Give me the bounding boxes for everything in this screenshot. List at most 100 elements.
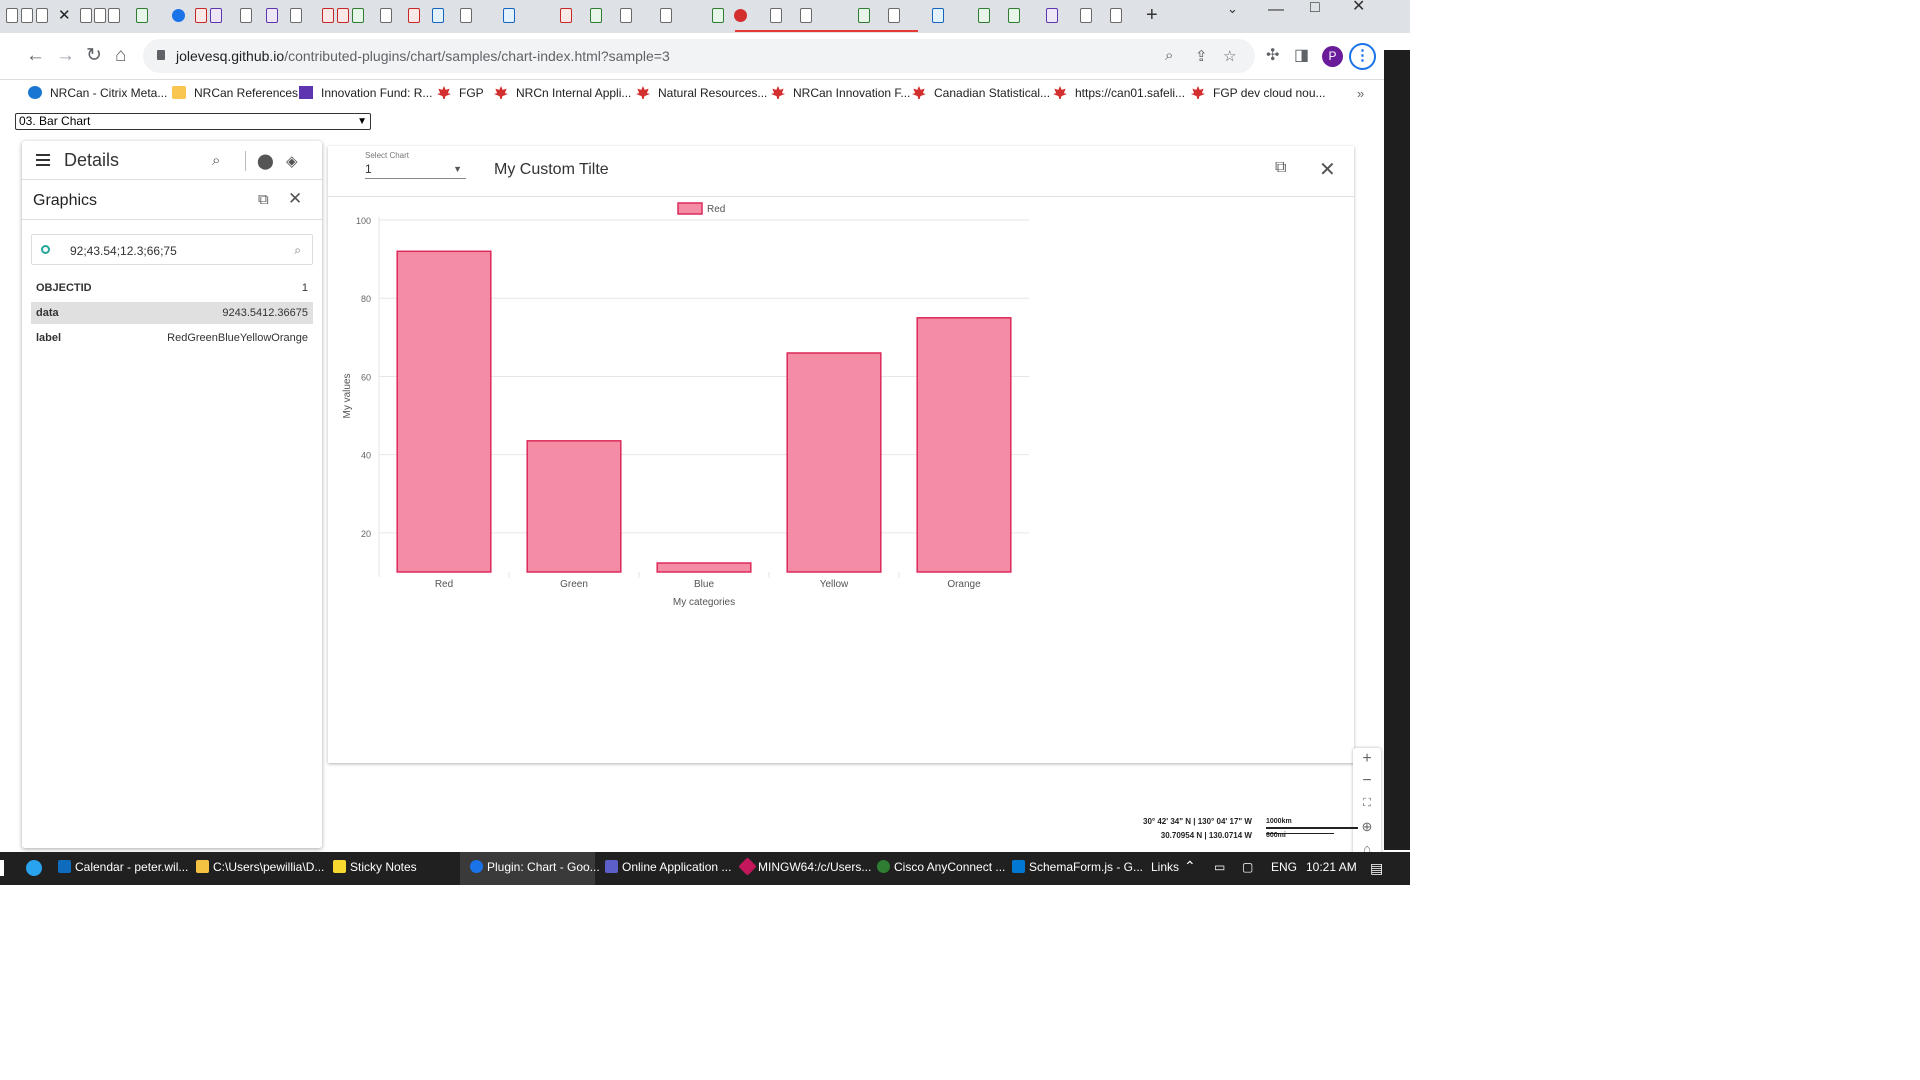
bookmark-item[interactable]: NRCn Internal Appli... xyxy=(494,86,631,100)
profile-avatar[interactable]: P xyxy=(1322,46,1343,67)
browser-menu-icon[interactable]: ⋮ xyxy=(1349,43,1376,70)
extensions-icon[interactable]: ✣ xyxy=(1266,45,1279,67)
zoom-to-feature-icon[interactable]: ⌕ xyxy=(294,243,301,258)
close-icon[interactable]: ✕ xyxy=(1319,157,1336,182)
tab-favicon[interactable] xyxy=(932,8,944,23)
battery-icon[interactable]: ▭ xyxy=(1214,860,1225,874)
tab-favicon[interactable] xyxy=(503,8,515,23)
tab-search-icon[interactable]: ⌄ xyxy=(1227,2,1238,16)
taskbar-item[interactable]: Cisco AnyConnect ... xyxy=(877,860,1005,874)
tab-favicon[interactable] xyxy=(1008,8,1020,23)
tab-favicon[interactable] xyxy=(337,8,349,23)
zoom-out-icon[interactable]: − xyxy=(1353,772,1381,790)
back-icon[interactable]: ← xyxy=(26,45,45,67)
taskbar-item[interactable]: Plugin: Chart - Goo... xyxy=(470,860,600,874)
tab-favicon[interactable] xyxy=(1046,8,1058,23)
tab-favicon[interactable] xyxy=(108,8,120,23)
taskbar-item[interactable]: C:\Users\pewillia\D... xyxy=(196,860,324,874)
reload-icon[interactable]: ↻ xyxy=(86,45,102,67)
tab-favicon[interactable] xyxy=(322,8,334,23)
bookmark-item[interactable]: NRCan - Citrix Meta... xyxy=(28,86,167,100)
network-icon[interactable]: ▢ xyxy=(1242,860,1253,874)
tab-favicon[interactable] xyxy=(712,8,724,23)
home-icon[interactable]: ⌂ xyxy=(115,45,126,67)
tab-close-icon[interactable]: ✕ xyxy=(58,6,71,24)
tab-favicon[interactable] xyxy=(80,8,92,23)
bookmark-item[interactable]: NRCan References xyxy=(172,86,298,100)
bookmark-item[interactable]: Canadian Statistical... xyxy=(912,86,1050,100)
fullscreen-icon[interactable]: ⛶ xyxy=(1353,797,1381,810)
open-external-icon[interactable]: ⧉ xyxy=(1275,159,1286,177)
tab-favicon[interactable] xyxy=(408,8,420,23)
tab-favicon[interactable] xyxy=(1080,8,1092,23)
zoom-icon[interactable]: ⌕ xyxy=(1165,47,1173,64)
taskbar-item[interactable]: MINGW64:/c/Users... xyxy=(738,857,871,876)
bookmark-item[interactable]: NRCan Innovation F... xyxy=(771,86,910,100)
taskbar-item[interactable]: Sticky Notes xyxy=(333,860,417,874)
maximize-icon[interactable]: □ xyxy=(1310,0,1320,16)
tab-favicon[interactable] xyxy=(352,8,364,23)
taskbar-item[interactable]: Calendar - peter.wil... xyxy=(58,860,188,874)
omnibox[interactable]: jolevesq.github.io/contributed-plugins/c… xyxy=(143,39,1255,73)
tab-favicon[interactable] xyxy=(432,8,444,23)
taskbar-links[interactable]: Links xyxy=(1151,860,1179,874)
tab-favicon[interactable] xyxy=(21,8,33,23)
taskbar-item[interactable]: SchemaForm.js - G... xyxy=(1012,860,1143,874)
tab-favicon[interactable] xyxy=(858,8,870,23)
search-icon[interactable]: ⌕ xyxy=(212,152,220,169)
tab-favicon[interactable] xyxy=(210,8,222,23)
tab-favicon[interactable] xyxy=(94,8,106,23)
tab-favicon[interactable] xyxy=(266,8,278,23)
select-chart-dropdown[interactable]: 1 ▼ xyxy=(365,162,466,179)
tab-favicon[interactable] xyxy=(6,8,18,23)
tab-favicon[interactable] xyxy=(660,8,672,23)
tab-favicon[interactable] xyxy=(590,8,602,23)
location-pin-icon[interactable]: ⬤ xyxy=(257,152,274,170)
bookmark-item[interactable]: Natural Resources... xyxy=(636,86,767,100)
tab-favicon[interactable] xyxy=(1110,8,1122,23)
tab-favicon[interactable] xyxy=(888,8,900,23)
lock-icon[interactable] xyxy=(157,50,165,60)
chevron-up-icon[interactable]: ⌃ xyxy=(1184,858,1196,875)
tab-favicon[interactable] xyxy=(460,8,472,23)
share-icon[interactable]: ⇪ xyxy=(1195,47,1208,65)
edge-browser-icon[interactable] xyxy=(26,860,42,876)
taskbar-item[interactable]: Online Application ... xyxy=(605,860,731,874)
bookmark-star-icon[interactable]: ☆ xyxy=(1223,47,1236,65)
bookmark-item[interactable]: Innovation Fund: R... xyxy=(299,86,432,100)
open-external-icon[interactable]: ⧉ xyxy=(258,191,269,208)
bookmark-item[interactable]: FGP dev cloud nou... xyxy=(1191,86,1326,100)
tab-favicon[interactable] xyxy=(136,8,148,23)
close-icon[interactable]: ✕ xyxy=(288,189,302,209)
tab-favicon[interactable] xyxy=(800,8,812,23)
tab-favicon[interactable] xyxy=(240,8,252,23)
minimize-icon[interactable]: — xyxy=(1268,2,1284,18)
tab-favicon[interactable] xyxy=(195,8,207,23)
side-panel-icon[interactable]: ◨ xyxy=(1294,45,1309,67)
tab-favicon[interactable] xyxy=(770,8,782,23)
new-tab-icon[interactable]: + xyxy=(1146,4,1158,27)
tab-favicon[interactable] xyxy=(978,8,990,23)
forward-icon[interactable]: → xyxy=(56,45,75,67)
tab-favicon[interactable] xyxy=(36,8,48,23)
url-text[interactable]: jolevesq.github.io/contributed-plugins/c… xyxy=(176,48,670,64)
layers-icon[interactable]: ◈ xyxy=(286,152,298,170)
bookmarks-overflow-icon[interactable]: » xyxy=(1357,86,1364,101)
menu-icon[interactable] xyxy=(36,154,50,166)
tab-favicon[interactable] xyxy=(560,8,572,23)
tab-favicon[interactable] xyxy=(290,8,302,23)
feature-search-box[interactable]: 92;43.54;12.3;66;75 ⌕ xyxy=(31,234,313,265)
tab-favicon[interactable] xyxy=(734,9,747,22)
tab-favicon[interactable] xyxy=(380,8,392,23)
zoom-in-icon[interactable]: + xyxy=(1353,750,1381,768)
browser-tab-strip[interactable]: ✕ + ⌄ — □ ✕ xyxy=(0,0,1410,33)
bookmark-item[interactable]: https://can01.safeli... xyxy=(1053,86,1185,100)
language-indicator[interactable]: ENG xyxy=(1271,860,1297,874)
tab-favicon[interactable] xyxy=(620,8,632,23)
clock[interactable]: 10:21 AM xyxy=(1306,860,1357,874)
sample-select[interactable]: 03. Bar Chart ▼ xyxy=(15,113,371,130)
tab-favicon[interactable] xyxy=(172,9,185,22)
bookmark-item[interactable]: FGP xyxy=(437,86,484,100)
notifications-icon[interactable]: ▤ xyxy=(1370,860,1383,877)
window-close-icon[interactable]: ✕ xyxy=(1352,0,1365,15)
